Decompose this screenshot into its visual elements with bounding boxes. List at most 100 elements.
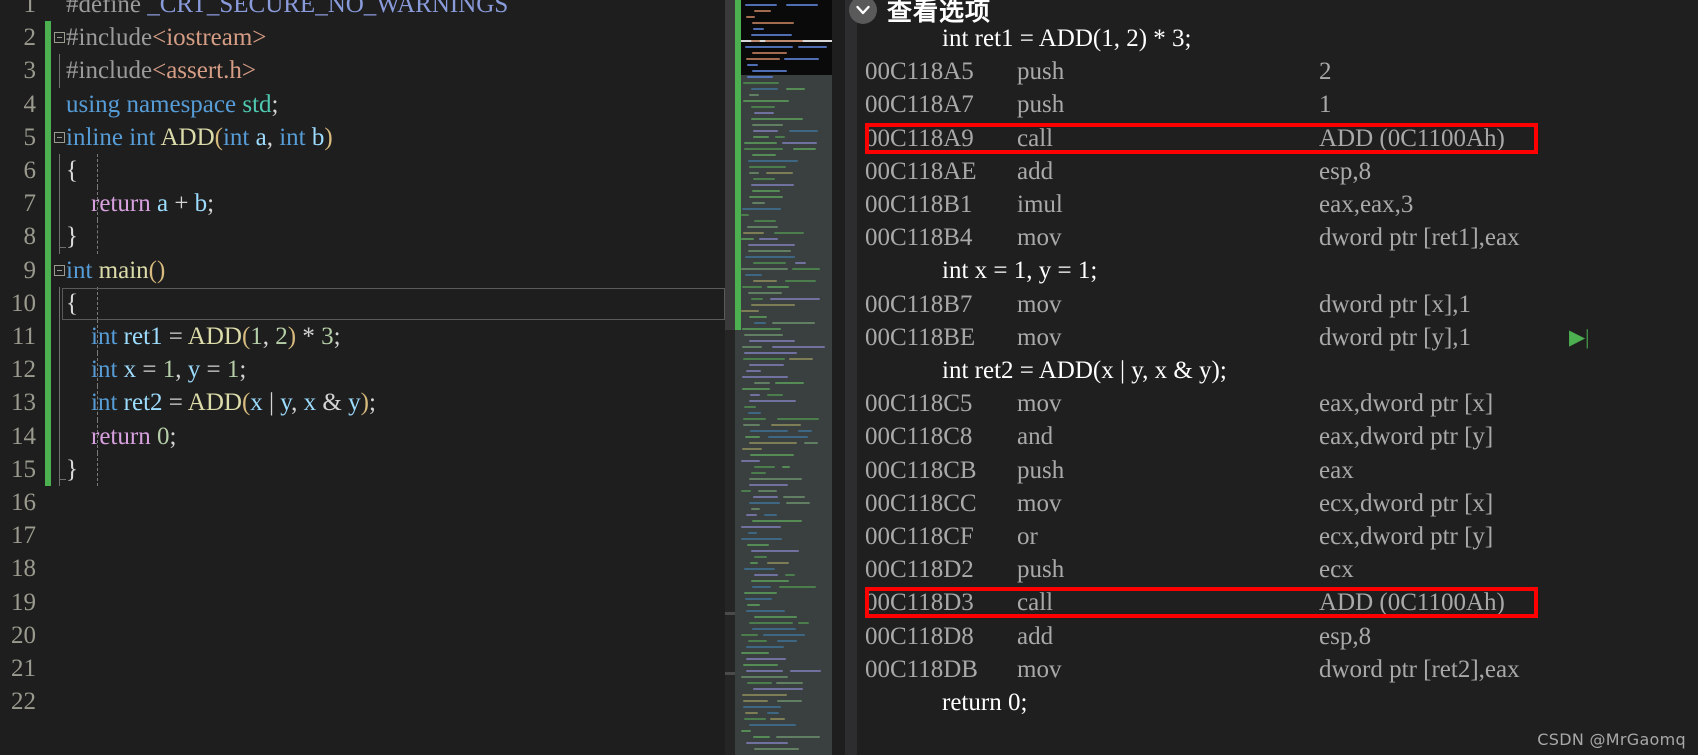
code-line[interactable]: 18 bbox=[0, 552, 725, 585]
line-number: 7 bbox=[23, 190, 37, 218]
minimap-code-line bbox=[742, 376, 788, 378]
instruction-operands: eax bbox=[1319, 456, 1354, 484]
disassembly-instruction-row[interactable]: 00C118B7 mov dword ptr [x],1 bbox=[857, 288, 1698, 321]
fold-collapse-icon[interactable] bbox=[54, 264, 65, 276]
minimap-code-line bbox=[774, 232, 804, 234]
chevron-down-icon[interactable] bbox=[849, 0, 877, 24]
code-line[interactable]: 10 { bbox=[0, 286, 725, 320]
code-editor[interactable]: 1 #define _CRT_SECURE_NO_WARNINGS 2 #includ… bbox=[0, 0, 725, 755]
minimap[interactable] bbox=[735, 0, 832, 755]
disassembly-instruction-row[interactable]: 00C118CB push eax bbox=[857, 454, 1698, 487]
disassembly-instruction-row[interactable]: 00C118D2 push ecx bbox=[857, 553, 1698, 586]
minimap-slider[interactable] bbox=[735, 0, 741, 330]
minimap-code-line bbox=[741, 490, 751, 492]
minimap-code-line bbox=[749, 400, 796, 402]
change-bar bbox=[45, 21, 51, 55]
disassembly-instruction-row[interactable]: 00C118A5 push 2 bbox=[857, 55, 1698, 88]
disassembly-instruction-row[interactable]: 00C118CF or ecx,dword ptr [y] bbox=[857, 520, 1698, 553]
disassembly-instruction-row[interactable]: 00C118B4 mov dword ptr [ret1],eax bbox=[857, 221, 1698, 254]
minimap-code-line bbox=[784, 58, 819, 60]
instruction-address: 00C118A5 bbox=[865, 58, 974, 86]
instruction-address: 00C118A9 bbox=[865, 124, 974, 152]
minimap-code-line bbox=[754, 322, 766, 324]
code-line-text: int ret2 = ADD(x | y, x & y); bbox=[91, 389, 376, 417]
line-number: 18 bbox=[11, 555, 36, 583]
code-line[interactable]: 13 int ret2 = ADD(x | y, x & y); bbox=[0, 386, 725, 420]
code-line[interactable]: 3 #include<assert.h> bbox=[0, 54, 725, 88]
minimap-code-line bbox=[776, 736, 820, 738]
minimap-code-line bbox=[746, 16, 755, 18]
minimap-code-line bbox=[789, 358, 813, 360]
code-line[interactable]: 21 bbox=[0, 652, 725, 685]
minimap-code-line bbox=[785, 574, 795, 576]
editor-scrollbar[interactable] bbox=[725, 0, 735, 755]
code-line-text: #include<iostream> bbox=[66, 24, 267, 52]
disassembly-instruction-row[interactable]: 00C118A9 call ADD (0C1100Ah) bbox=[857, 122, 1698, 155]
disassembly-instruction-row[interactable]: 00C118A7 push 1 bbox=[857, 88, 1698, 121]
code-line[interactable]: 4 using namespace std; bbox=[0, 87, 725, 121]
minimap-code-line bbox=[744, 718, 766, 720]
minimap-code-line bbox=[751, 184, 794, 186]
minimap-code-line bbox=[754, 748, 799, 750]
disassembly-source-line: return 0; bbox=[857, 686, 1698, 719]
disassembly-instruction-row[interactable]: 00C118C8 and eax,dword ptr [y] bbox=[857, 420, 1698, 453]
code-line[interactable]: 2 #include<iostream> bbox=[0, 21, 725, 55]
disassembly-instruction-row[interactable]: 00C118D8 add esp,8 bbox=[857, 620, 1698, 653]
code-line[interactable]: 14 return 0; bbox=[0, 419, 725, 453]
minimap-code-line bbox=[751, 106, 775, 108]
code-line[interactable]: 1 #define _CRT_SECURE_NO_WARNINGS bbox=[0, 0, 725, 21]
code-line[interactable]: 9 int main() bbox=[0, 253, 725, 287]
code-line[interactable]: 8} bbox=[0, 220, 725, 254]
disassembly-instruction-row[interactable]: 00C118DB mov dword ptr [ret2],eax bbox=[857, 653, 1698, 686]
minimap-code-line bbox=[777, 700, 802, 702]
minimap-code-line bbox=[753, 280, 777, 282]
minimap-code-line bbox=[741, 460, 760, 462]
instruction-operands: eax,dword ptr [y] bbox=[1319, 423, 1494, 451]
code-line[interactable]: 20 bbox=[0, 619, 725, 652]
instruction-operands: eax,dword ptr [x] bbox=[1319, 390, 1494, 418]
indent-guide bbox=[97, 353, 98, 387]
code-line[interactable]: 17 bbox=[0, 519, 725, 552]
code-line[interactable]: 15} bbox=[0, 452, 725, 486]
instruction-mnemonic: mov bbox=[1017, 489, 1062, 517]
disassembly-panel[interactable]: 查看选项 int ret1 = ADD(1, 2) * 3; 00C118A5 pu… bbox=[845, 0, 1698, 755]
instruction-mnemonic: push bbox=[1017, 556, 1065, 584]
minimap-code-line bbox=[749, 478, 802, 480]
code-line[interactable]: 6{ bbox=[0, 154, 725, 188]
disassembly-instruction-row[interactable]: 00C118AE add esp,8 bbox=[857, 155, 1698, 188]
minimap-code-line bbox=[752, 520, 802, 522]
fold-guide bbox=[59, 54, 60, 88]
line-number: 8 bbox=[23, 223, 37, 251]
fold-collapse-icon[interactable] bbox=[54, 32, 65, 44]
minimap-code-line bbox=[775, 382, 804, 384]
disassembly-instruction-row[interactable]: 00C118D3 call ADD (0C1100Ah) bbox=[857, 586, 1698, 619]
instruction-mnemonic: push bbox=[1017, 91, 1065, 119]
code-line[interactable]: 19 bbox=[0, 586, 725, 619]
disassembly-instruction-row[interactable]: 00C118BE mov dword ptr [y],1 ▶| bbox=[857, 321, 1698, 354]
instruction-mnemonic: add bbox=[1017, 157, 1054, 185]
code-line[interactable]: 11 int ret1 = ADD(1, 2) * 3; bbox=[0, 320, 725, 354]
scrollbar-thumb[interactable] bbox=[725, 0, 735, 330]
minimap-code-line bbox=[743, 664, 778, 666]
code-line[interactable]: 12 int x = 1, y = 1; bbox=[0, 353, 725, 387]
minimap-code-line bbox=[747, 682, 772, 684]
code-line[interactable]: 5 inline int ADD(int a, int b) bbox=[0, 120, 725, 154]
minimap-code-line bbox=[748, 244, 795, 246]
minimap-code-line bbox=[741, 268, 788, 270]
minimap-code-line bbox=[748, 160, 798, 162]
disassembly-instruction-row[interactable]: 00C118CC mov ecx,dword ptr [x] bbox=[857, 487, 1698, 520]
disassembly-instruction-row[interactable]: 00C118B1 imul eax,eax,3 bbox=[857, 188, 1698, 221]
code-line[interactable]: 7 return a + b; bbox=[0, 187, 725, 221]
minimap-code-line bbox=[749, 484, 788, 486]
minimap-code-line bbox=[748, 640, 767, 642]
disassembly-instruction-row[interactable]: 00C118C5 mov eax,dword ptr [x] bbox=[857, 387, 1698, 420]
instruction-address: 00C118DB bbox=[865, 655, 978, 683]
minimap-code-line bbox=[758, 490, 777, 492]
step-into-marker-icon[interactable]: ▶| bbox=[1569, 321, 1589, 354]
minimap-code-line bbox=[754, 616, 797, 618]
fold-collapse-icon[interactable] bbox=[54, 131, 65, 143]
code-line[interactable]: 16 bbox=[0, 486, 725, 519]
minimap-code-line bbox=[748, 532, 757, 534]
code-line[interactable]: 22 bbox=[0, 685, 725, 718]
minimap-code-line bbox=[753, 130, 778, 132]
